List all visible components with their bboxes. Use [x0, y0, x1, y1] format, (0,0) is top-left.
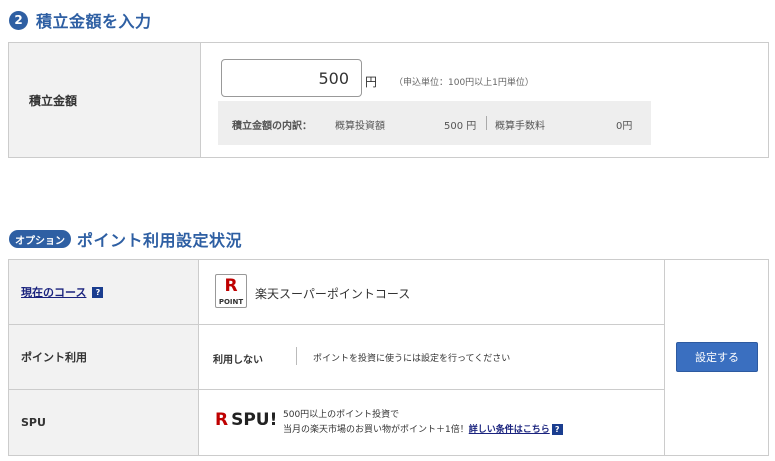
amount-input[interactable] — [221, 59, 362, 97]
spu-value-cell: R SPU! 500円以上のポイント投資で 当月の楽天市場のお買い物がポイント＋1… — [199, 390, 664, 455]
rakuten-point-logo: R POINT — [215, 274, 247, 308]
rakuten-r-letter: R — [224, 276, 238, 296]
settings-button[interactable]: 設定する — [676, 342, 758, 372]
amount-table: 積立金額 円 （申込単位：100円以上1円単位） 積立金額の内訳： 概算投資額 … — [8, 42, 769, 158]
point-use-divider — [296, 347, 297, 365]
unit-note: （申込単位：100円以上1円単位） — [394, 78, 534, 88]
invest-value: 500 円 — [444, 121, 477, 132]
course-label-cell: 現在のコース ? — [9, 260, 199, 324]
help-icon[interactable]: ? — [551, 424, 563, 435]
spu-logo-r: R — [215, 410, 229, 430]
yen-label: 円 — [365, 75, 378, 89]
breakdown-divider — [486, 116, 487, 130]
point-use-status: 利用しない — [213, 355, 263, 366]
help-icon[interactable]: ? — [92, 286, 104, 298]
section-amount-header: 2 積立金額を入力 — [9, 8, 152, 32]
step-number-badge: 2 — [9, 10, 28, 30]
point-use-value-cell: 利用しない ポイントを投資に使うには設定を行ってください — [199, 325, 664, 389]
current-course-link[interactable]: 現在のコース — [21, 284, 86, 300]
amount-row-label: 積立金額 — [9, 43, 201, 157]
spu-label: SPU — [9, 390, 199, 455]
point-use-label: ポイント利用 — [9, 325, 199, 389]
spu-logo-text: SPU! — [231, 410, 278, 430]
spu-line2-wrap: 当月の楽天市場のお買い物がポイント＋1倍！詳しい条件はこちら? — [283, 422, 563, 435]
fee-label: 概算手数料 — [495, 121, 545, 132]
point-logo-text: POINT — [218, 298, 244, 306]
point-use-note: ポイントを投資に使うには設定を行ってください — [313, 354, 511, 364]
spu-logo: R SPU! — [215, 410, 277, 430]
course-name: 楽天スーパーポイントコース — [255, 287, 411, 301]
amount-breakdown: 積立金額の内訳： 概算投資額 500 円 概算手数料 0円 — [218, 101, 651, 145]
spu-row: SPU R SPU! 500円以上のポイント投資で 当月の楽天市場のお買い物がポイ… — [9, 390, 664, 455]
settings-column: 設定する — [664, 260, 768, 455]
course-row: 現在のコース ? R POINT 楽天スーパーポイントコース — [9, 260, 664, 325]
option-badge: オプション — [9, 230, 71, 248]
spu-line2: 当月の楽天市場のお買い物がポイント＋1倍！ — [283, 425, 469, 435]
section-title: 積立金額を入力 — [36, 12, 152, 31]
point-use-row: ポイント利用 利用しない ポイントを投資に使うには設定を行ってください — [9, 325, 664, 390]
spu-details-link[interactable]: 詳しい条件はこちら — [469, 425, 550, 435]
fee-value: 0円 — [616, 121, 633, 132]
point-settings-table: 現在のコース ? R POINT 楽天スーパーポイントコース ポイント利用 利用… — [8, 259, 769, 456]
breakdown-label: 積立金額の内訳： — [232, 121, 312, 132]
spu-line1: 500円以上のポイント投資で — [283, 410, 400, 420]
invest-label: 概算投資額 — [335, 121, 385, 132]
course-value-cell: R POINT 楽天スーパーポイントコース — [199, 260, 664, 324]
section-title: ポイント利用設定状況 — [77, 231, 243, 250]
section-point-header: オプション ポイント利用設定状況 — [9, 227, 242, 251]
